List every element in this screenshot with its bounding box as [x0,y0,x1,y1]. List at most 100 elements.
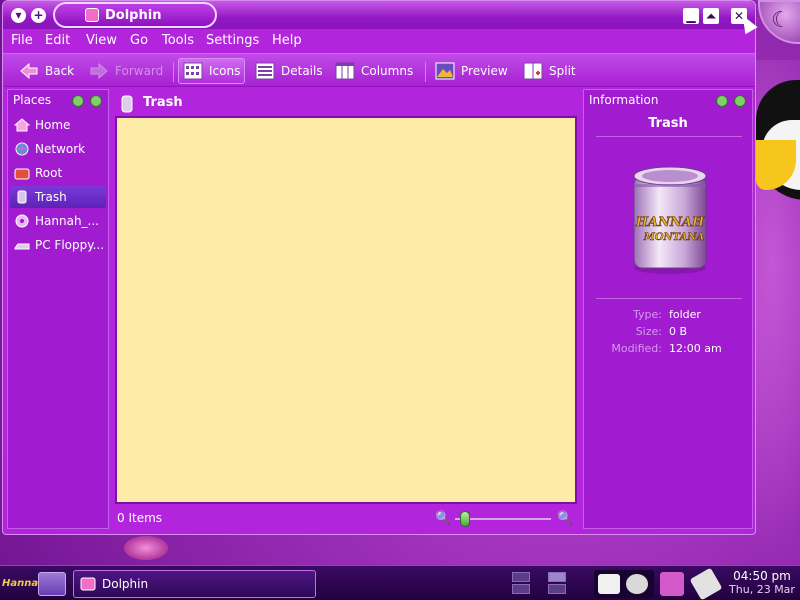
place-network[interactable]: Network [10,138,106,160]
places-close-button[interactable] [90,95,102,107]
place-home[interactable]: Home [10,114,106,136]
maximize-button[interactable]: ⏶ [703,8,719,24]
info-float-button[interactable] [716,95,728,107]
split-label: Split [549,64,576,78]
info-item-name: Trash [648,116,688,131]
system-tray [594,570,654,598]
preview-image-icon [435,62,455,80]
zoom-in-icon[interactable]: 🔍 [557,511,573,526]
root-folder-icon [14,166,30,180]
preview-button[interactable]: Preview [431,58,512,84]
menu-go[interactable]: Go [130,33,148,48]
taskbar: Hannah Dolphin 04:50 pm Thu, 23 Mar [0,565,800,600]
meta-key: Size: [635,325,662,338]
details-view-button[interactable]: Details [251,58,327,84]
toolbar-separator [173,62,174,82]
menu-help[interactable]: Help [272,33,302,48]
desktop-heel-decoration [124,536,168,560]
cdrom-icon [14,214,30,228]
clock-time: 04:50 pm [733,569,791,583]
can-brand-line2: MONTANA [643,232,705,243]
app-launcher-button[interactable]: Hannah [2,570,45,598]
columns-label: Columns [361,64,414,78]
main-toolbar: Back Forward Icons Details Columns Previ… [3,53,755,87]
file-view-area[interactable] [115,116,577,504]
settings-gear-icon[interactable] [626,574,648,594]
task-label: Dolphin [102,577,149,591]
place-label: Trash [35,190,67,204]
pager-desktop-3[interactable] [512,584,530,594]
trash-icon [14,190,30,204]
info-close-button[interactable] [734,95,746,107]
usb-device-icon[interactable] [689,567,723,600]
main-view: Trash 0 Items 🔍 🔍 [113,89,581,529]
menu-view[interactable]: View [86,33,117,48]
window-add-icon[interactable]: + [31,8,46,23]
place-label: Hannah_... [35,214,99,228]
icons-view-button[interactable]: Icons [178,58,246,84]
pager-desktop-2[interactable] [548,572,566,582]
network-icon [14,142,30,156]
dolphin-app-icon [85,8,99,22]
item-count: 0 Items [117,511,163,525]
window-title: Dolphin [105,8,162,23]
info-title: Information [589,93,659,107]
back-arrow-icon [19,62,39,80]
split-button[interactable]: Split [519,58,580,84]
toolbar-separator [425,62,426,82]
location-title: Trash [143,94,183,110]
split-view-icon [523,62,543,80]
place-label: Root [35,166,63,180]
desktop-pager[interactable] [512,572,588,596]
desktop-corner-orb-icon[interactable]: ☾ [758,0,800,44]
information-panel: Information Trash HANNAH MONTANA Type: f… [583,89,753,529]
forward-arrow-icon [89,62,109,80]
menu-edit[interactable]: Edit [45,33,70,48]
menu-settings[interactable]: Settings [206,33,259,48]
back-button[interactable]: Back [15,58,78,84]
place-trash[interactable]: Trash [10,186,106,208]
columns-view-button[interactable]: Columns [331,58,417,84]
icons-grid-icon [183,62,203,80]
zoom-out-icon[interactable]: 🔍 [435,511,451,526]
menu-file[interactable]: File [11,33,33,48]
pager-desktop-1[interactable] [512,572,530,582]
info-divider [596,298,742,299]
preview-label: Preview [461,64,508,78]
place-label: PC Floppy... [35,238,105,252]
meta-value: 0 B [669,325,688,338]
places-title: Places [13,93,52,107]
zoom-slider[interactable]: 🔍 🔍 [435,511,575,527]
forward-button[interactable]: Forward [85,58,167,84]
meta-value: 12:00 am [669,342,722,355]
info-header: Information [584,90,752,112]
zoom-handle[interactable] [459,511,470,527]
meta-key: Type: [633,308,662,321]
trash-preview-icon: HANNAH MONTANA [628,164,712,276]
meta-value: folder [669,308,701,321]
clipboard-icon[interactable] [598,574,620,594]
places-float-button[interactable] [72,95,84,107]
dolphin-window: ▾ + Dolphin ▁ ⏶ ✕ File Edit View Go Tool… [2,0,756,535]
details-label: Details [281,64,323,78]
menu-tools[interactable]: Tools [162,33,194,48]
package-icon[interactable] [660,572,684,596]
place-floppy[interactable]: PC Floppy... [10,234,106,256]
home-icon [13,118,31,132]
back-label: Back [45,64,75,78]
minimize-button[interactable]: ▁ [683,8,699,24]
can-brand-line1: HANNAH [635,215,705,230]
place-cdrom[interactable]: Hannah_... [10,210,106,232]
place-root[interactable]: Root [10,162,106,184]
location-bar: Trash [113,89,581,115]
taskbar-dolphin-button[interactable]: Dolphin [73,570,316,598]
columns-icon [335,62,355,80]
folder-launcher-icon[interactable] [38,572,66,596]
info-divider [596,136,742,137]
title-bar[interactable]: ▾ + Dolphin ▁ ⏶ ✕ [3,1,755,29]
pager-desktop-4[interactable] [548,584,566,594]
clock[interactable]: 04:50 pm Thu, 23 Mar [724,569,800,597]
floppy-icon [14,238,30,252]
window-menu-chevron-icon[interactable]: ▾ [11,8,26,23]
places-panel: Places Home Network Root Trash Hannah_..… [7,89,109,529]
